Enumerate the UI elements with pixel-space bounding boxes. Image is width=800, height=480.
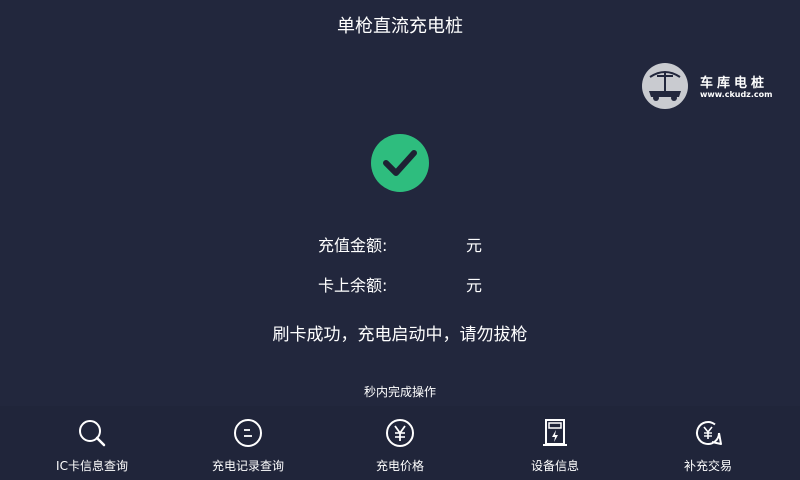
nav-label: 充电记录查询	[211, 459, 284, 473]
check-circle-icon	[371, 134, 429, 192]
watermark-url: www.ckudz.com	[700, 90, 773, 99]
search-icon	[79, 420, 106, 447]
recharge-amount-label: 充值金额:	[318, 236, 388, 255]
nav-charge-record-query[interactable]: 充电记录查询	[188, 406, 308, 480]
page-title: 单枪直流充电桩	[337, 16, 463, 37]
recharge-amount-row: 充值金额: 元	[0, 232, 800, 256]
watermark: 车库电桩 www.ckudz.com	[642, 63, 782, 111]
nav-label: 充电价格	[375, 459, 424, 473]
nav-device-info[interactable]: 设备信息	[495, 406, 615, 480]
refresh-yen-icon	[696, 421, 722, 445]
bottom-nav: IC卡信息查询 充电记录查询 充电价格 设备信息 补充交易	[0, 406, 800, 480]
countdown-text: 秒内完成操作	[363, 385, 436, 399]
record-icon	[234, 419, 262, 447]
card-balance-unit: 元	[466, 276, 483, 295]
recharge-amount-unit: 元	[466, 236, 483, 255]
status-message: 刷卡成功，充电启动中，请勿拔枪	[272, 325, 528, 345]
nav-label: 设备信息	[530, 459, 579, 473]
nav-label: 补充交易	[683, 459, 732, 473]
watermark-name: 车库电桩	[700, 76, 769, 91]
card-balance-row: 卡上余额: 元	[0, 272, 800, 296]
nav-label: IC卡信息查询	[56, 459, 128, 473]
watermark-logo-icon	[642, 63, 688, 109]
nav-ic-card-query[interactable]: IC卡信息查询	[32, 406, 152, 480]
nav-charge-price[interactable]: 充电价格	[340, 406, 460, 480]
card-balance-label: 卡上余额:	[318, 276, 388, 295]
charger-icon	[543, 419, 567, 446]
yen-icon	[386, 419, 414, 447]
nav-supplement-transaction[interactable]: 补充交易	[648, 406, 768, 480]
